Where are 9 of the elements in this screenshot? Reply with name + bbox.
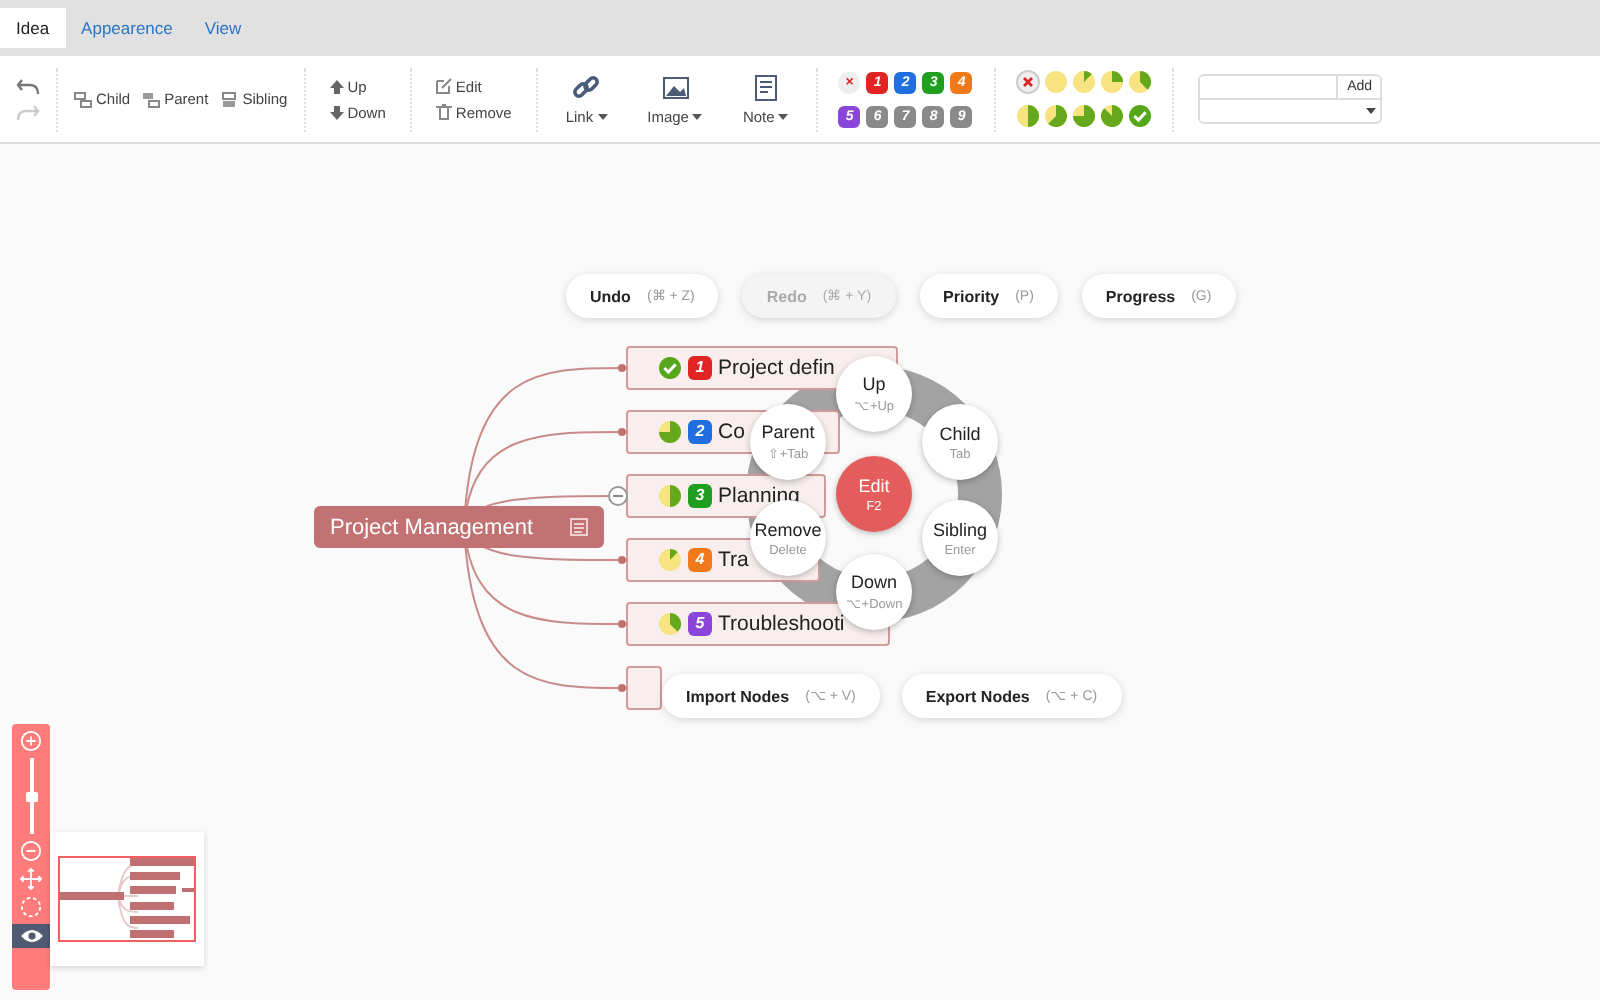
priority-badge: 3 [688, 484, 712, 508]
topic-text: Co [718, 420, 745, 444]
priority-badge: 4 [688, 548, 712, 572]
root-node-text: Project Management [330, 515, 533, 539]
priority-badge: 2 [688, 420, 712, 444]
topic-text: Tra [718, 548, 749, 572]
priority-badge: 1 [688, 356, 712, 380]
priority-badge: 5 [688, 612, 712, 636]
topic-text: Project defin [718, 356, 835, 380]
